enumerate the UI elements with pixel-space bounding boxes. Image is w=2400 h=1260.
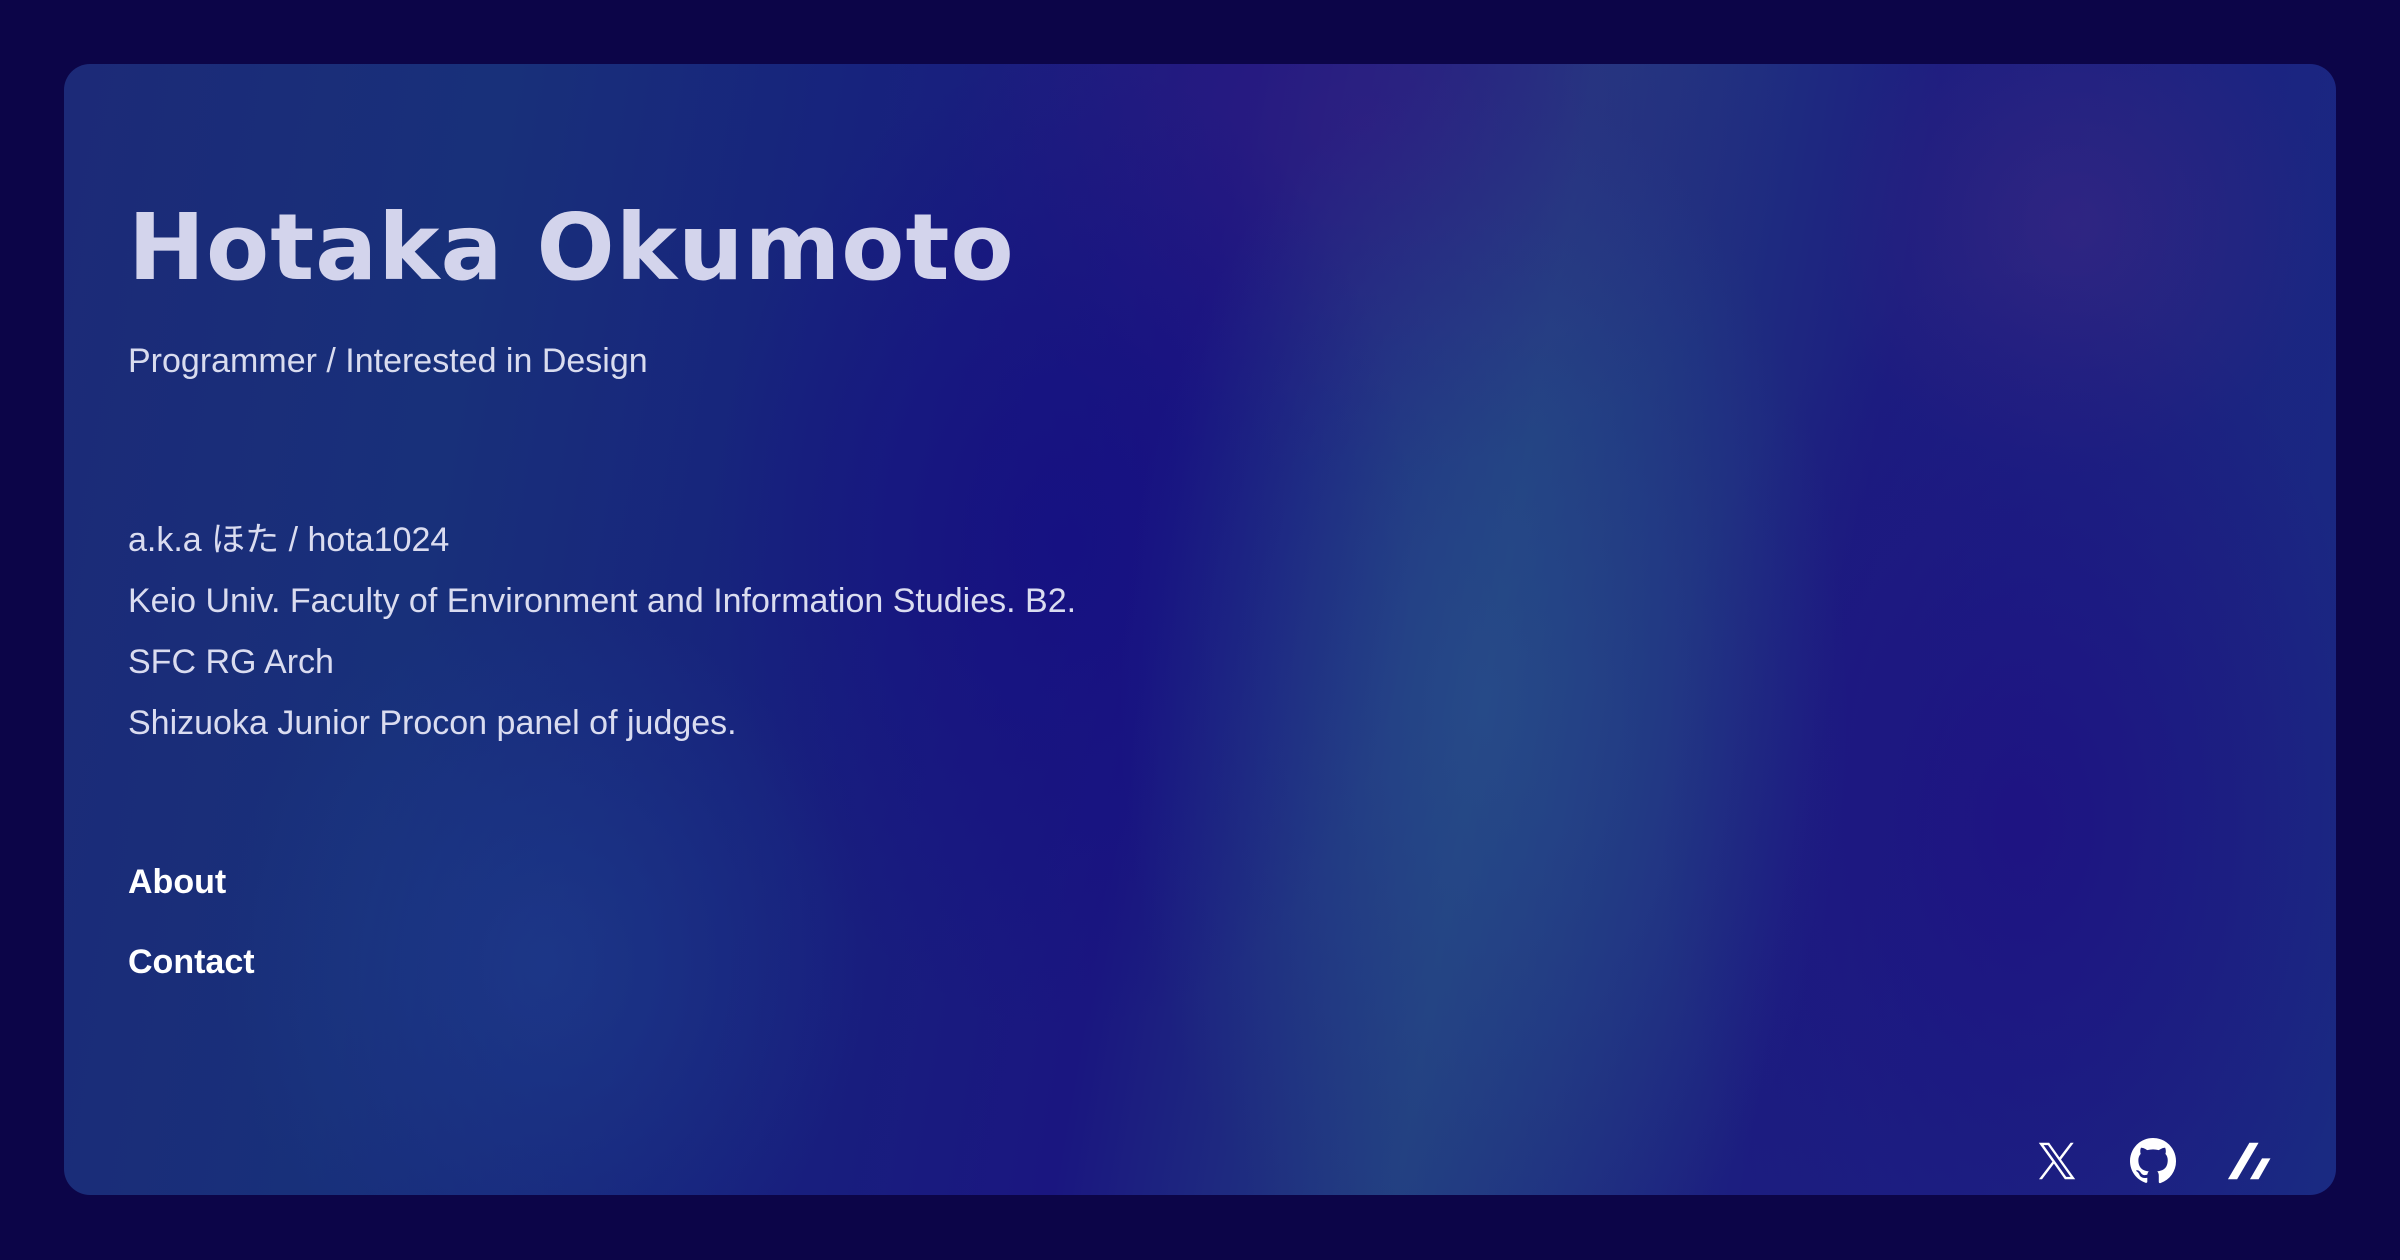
github-link[interactable]: [2128, 1136, 2178, 1186]
page-title: Hotaka Okumoto: [128, 194, 1015, 301]
x-link[interactable]: [2032, 1136, 2082, 1186]
tagline: Programmer / Interested in Design: [128, 342, 648, 380]
zenn-icon: [2227, 1142, 2271, 1180]
bio-role: Shizuoka Junior Procon panel of judges.: [128, 704, 737, 742]
social-links: [2032, 1136, 2274, 1186]
main-nav: About Contact: [128, 862, 255, 1022]
bio-list: a.k.a ほた / hota1024 Keio Univ. Faculty o…: [128, 510, 1076, 754]
about-link[interactable]: About: [128, 862, 255, 902]
zenn-link[interactable]: [2224, 1136, 2274, 1186]
profile-card: Hotaka Okumoto Programmer / Interested i…: [64, 64, 2336, 1195]
x-icon: [2038, 1142, 2076, 1180]
bio-lab: SFC RG Arch: [128, 643, 334, 681]
contact-link[interactable]: Contact: [128, 942, 255, 982]
bio-university: Keio Univ. Faculty of Environment and In…: [128, 582, 1077, 620]
bio-alias: a.k.a ほた / hota1024: [128, 521, 450, 559]
github-icon: [2130, 1138, 2177, 1184]
